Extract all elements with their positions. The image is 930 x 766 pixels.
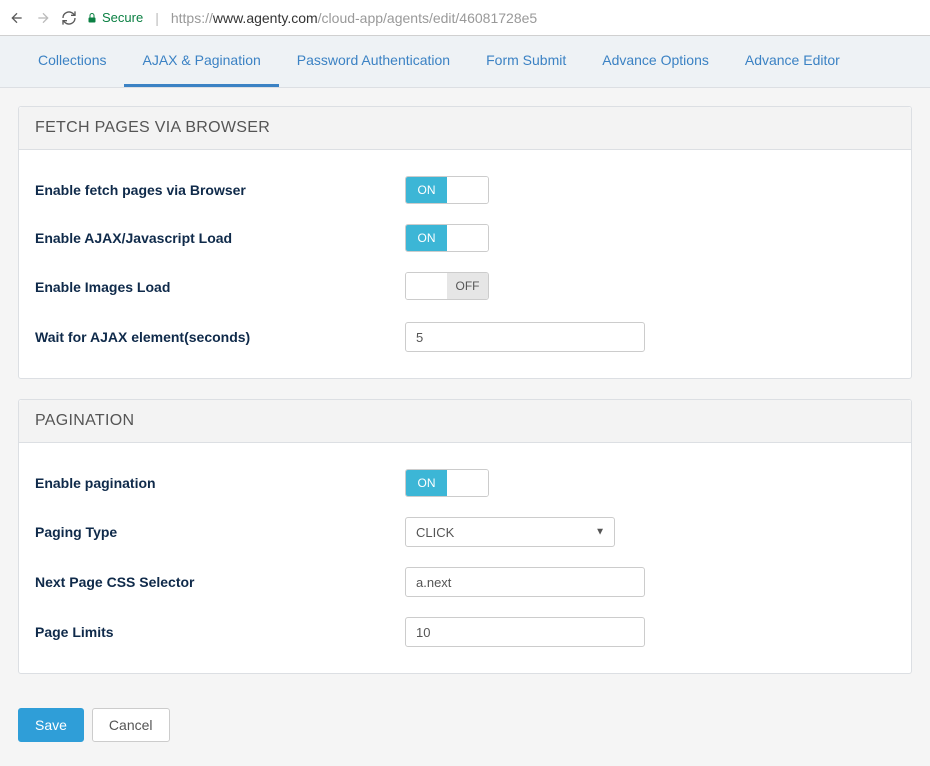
url-divider: | bbox=[155, 10, 159, 26]
label-enable-browser: Enable fetch pages via Browser bbox=[35, 182, 405, 198]
cancel-button[interactable]: Cancel bbox=[92, 708, 170, 742]
panel-header-fetch: FETCH PAGES VIA BROWSER bbox=[19, 107, 911, 150]
url-bar[interactable]: https://www.agenty.com/cloud-app/agents/… bbox=[171, 10, 922, 26]
panel-header-pagination: PAGINATION bbox=[19, 400, 911, 443]
label-enable-images: Enable Images Load bbox=[35, 279, 405, 295]
input-page-limits[interactable] bbox=[405, 617, 645, 647]
label-enable-ajax: Enable AJAX/Javascript Load bbox=[35, 230, 405, 246]
row-enable-ajax: Enable AJAX/Javascript Load ON bbox=[35, 214, 895, 262]
panel-pagination: PAGINATION Enable pagination ON Paging T… bbox=[18, 399, 912, 674]
content-area: FETCH PAGES VIA BROWSER Enable fetch pag… bbox=[0, 88, 930, 766]
toggle-enable-ajax[interactable]: ON bbox=[405, 224, 489, 252]
secure-indicator: Secure bbox=[86, 10, 143, 25]
toggle-on-label: ON bbox=[406, 225, 447, 251]
toggle-enable-images[interactable]: OFF bbox=[405, 272, 489, 300]
url-prefix: https:// bbox=[171, 10, 213, 26]
tab-form-submit[interactable]: Form Submit bbox=[468, 36, 584, 87]
tab-password-authentication[interactable]: Password Authentication bbox=[279, 36, 468, 87]
label-paging-type: Paging Type bbox=[35, 524, 405, 540]
select-paging-type[interactable]: CLICK bbox=[405, 517, 615, 547]
row-enable-pagination: Enable pagination ON bbox=[35, 459, 895, 507]
label-enable-pagination: Enable pagination bbox=[35, 475, 405, 491]
label-wait-ajax: Wait for AJAX element(seconds) bbox=[35, 329, 405, 345]
row-page-limits: Page Limits bbox=[35, 607, 895, 657]
reload-icon[interactable] bbox=[60, 9, 78, 27]
button-row: Save Cancel bbox=[18, 708, 912, 742]
input-wait-ajax[interactable] bbox=[405, 322, 645, 352]
toggle-on-label: ON bbox=[406, 470, 447, 496]
label-page-limits: Page Limits bbox=[35, 624, 405, 640]
tab-ajax-pagination[interactable]: AJAX & Pagination bbox=[124, 36, 278, 87]
panel-fetch-browser: FETCH PAGES VIA BROWSER Enable fetch pag… bbox=[18, 106, 912, 379]
panel-body-pagination: Enable pagination ON Paging Type CLICK ▼ bbox=[19, 443, 911, 673]
toggle-on-label: ON bbox=[406, 177, 447, 203]
tab-advance-editor[interactable]: Advance Editor bbox=[727, 36, 858, 87]
save-button[interactable]: Save bbox=[18, 708, 84, 742]
back-icon[interactable] bbox=[8, 9, 26, 27]
toggle-enable-pagination[interactable]: ON bbox=[405, 469, 489, 497]
forward-icon[interactable] bbox=[34, 9, 52, 27]
browser-chrome: Secure | https://www.agenty.com/cloud-ap… bbox=[0, 0, 930, 36]
panel-body-fetch: Enable fetch pages via Browser ON Enable… bbox=[19, 150, 911, 378]
label-next-css: Next Page CSS Selector bbox=[35, 574, 405, 590]
tab-collections[interactable]: Collections bbox=[20, 36, 124, 87]
url-path: /cloud-app/agents/edit/46081728e5 bbox=[318, 10, 538, 26]
row-wait-ajax: Wait for AJAX element(seconds) bbox=[35, 312, 895, 362]
secure-label: Secure bbox=[102, 10, 143, 25]
tabs-bar: Collections AJAX & Pagination Password A… bbox=[0, 36, 930, 88]
input-next-css[interactable] bbox=[405, 567, 645, 597]
url-host: www.agenty.com bbox=[213, 10, 318, 26]
tab-advance-options[interactable]: Advance Options bbox=[584, 36, 727, 87]
lock-icon bbox=[86, 12, 98, 24]
row-enable-browser: Enable fetch pages via Browser ON bbox=[35, 166, 895, 214]
row-paging-type: Paging Type CLICK ▼ bbox=[35, 507, 895, 557]
toggle-enable-browser[interactable]: ON bbox=[405, 176, 489, 204]
row-next-css: Next Page CSS Selector bbox=[35, 557, 895, 607]
toggle-off-label: OFF bbox=[447, 273, 488, 299]
row-enable-images: Enable Images Load OFF bbox=[35, 262, 895, 312]
